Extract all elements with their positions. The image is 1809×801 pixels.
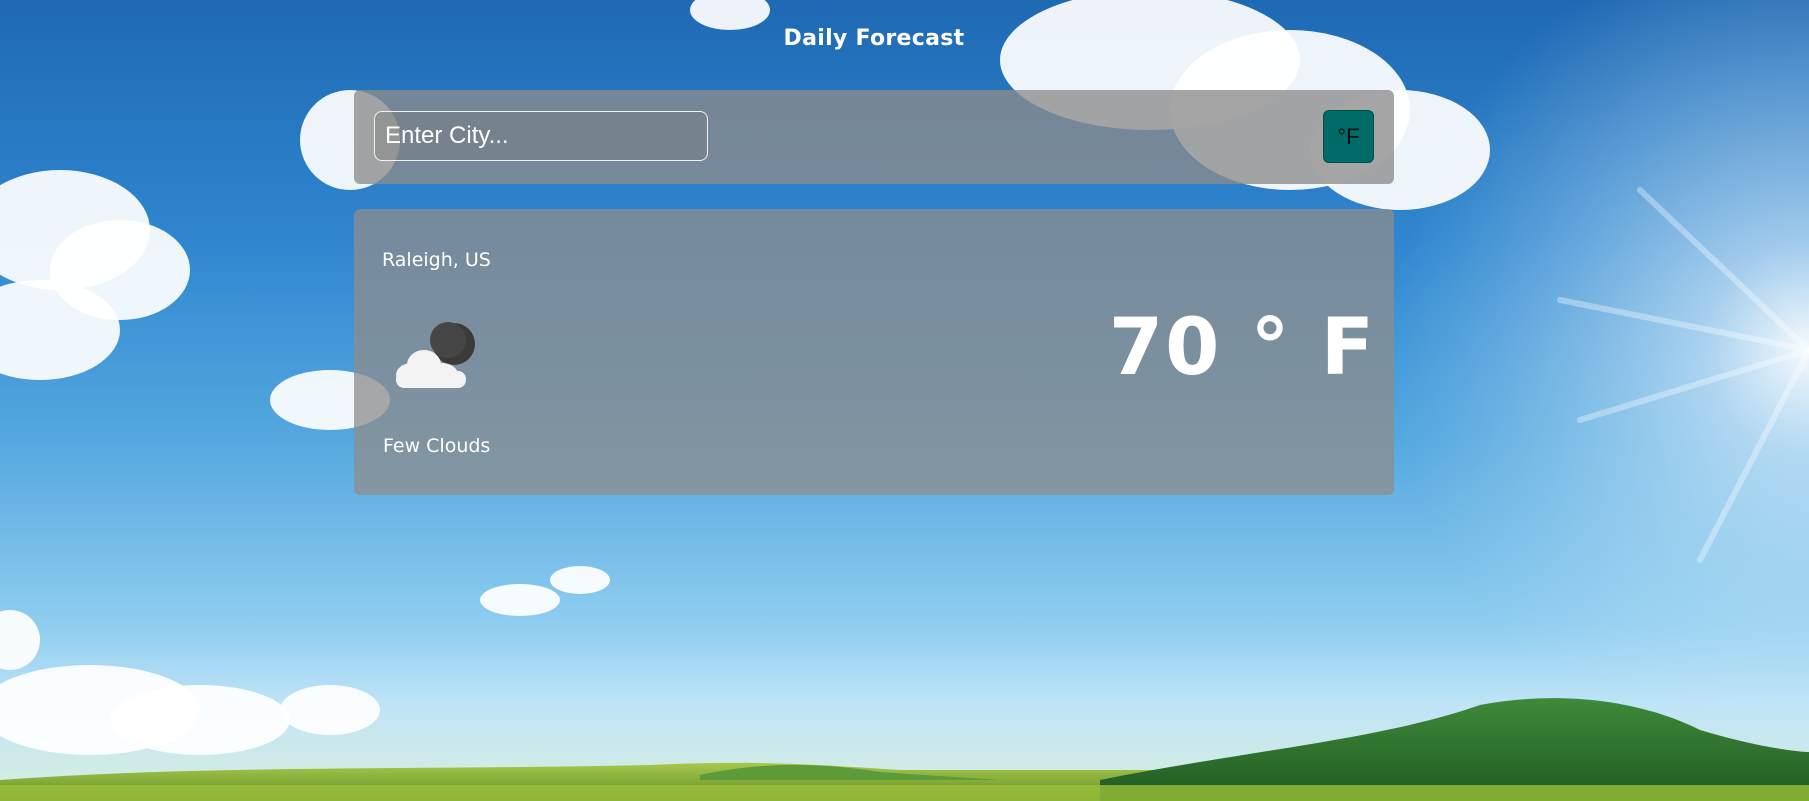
page-title: Daily Forecast bbox=[783, 26, 965, 51]
weather-card: Raleigh, US Few Clouds 70 ° F bbox=[354, 209, 1394, 495]
city-search-input[interactable] bbox=[374, 111, 708, 161]
search-bar: °F bbox=[354, 90, 1394, 184]
few-clouds-night-icon bbox=[396, 322, 475, 388]
temperature-value: 70 ° F bbox=[1108, 303, 1376, 393]
weather-description: Few Clouds bbox=[383, 435, 491, 457]
location-label: Raleigh, US bbox=[382, 249, 491, 271]
unit-toggle-button[interactable]: °F bbox=[1323, 110, 1374, 163]
